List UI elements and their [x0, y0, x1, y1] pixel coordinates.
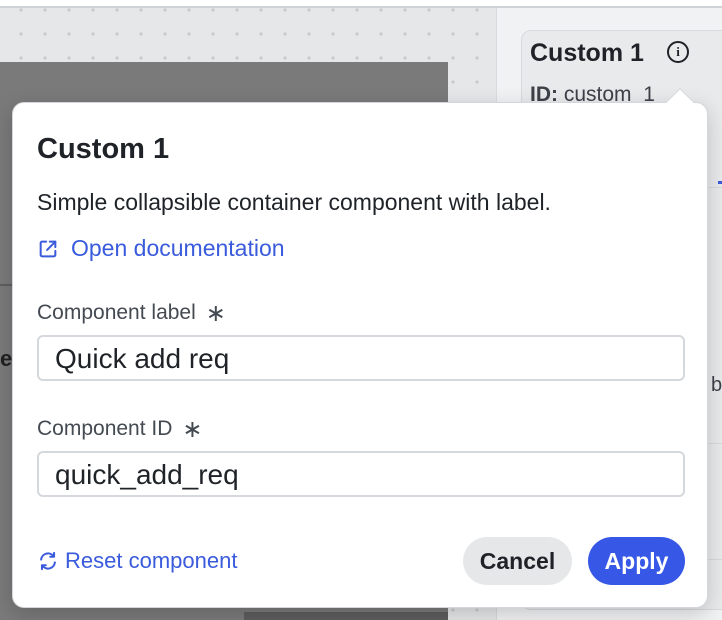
popover-title: Custom 1	[37, 133, 170, 165]
component-label-label: Component label ∗	[37, 299, 226, 327]
component-id-label: Component ID ∗	[37, 415, 203, 443]
info-icon[interactable]: i	[667, 41, 689, 63]
reset-component-link[interactable]: Reset component	[37, 548, 237, 574]
open-documentation-label: Open documentation	[71, 235, 285, 261]
component-card-title: Custom 1	[530, 39, 644, 67]
reset-component-label: Reset component	[65, 548, 238, 573]
component-label-input[interactable]	[37, 335, 685, 381]
cancel-button[interactable]: Cancel	[463, 537, 572, 585]
canvas-footer-strip	[244, 612, 448, 620]
required-asterisk-icon: ∗	[182, 415, 203, 443]
popover-description: Simple collapsible container component w…	[37, 189, 551, 215]
component-label-text: Component label	[37, 301, 196, 324]
panel-partial-text: b	[711, 374, 722, 396]
component-id-input[interactable]	[37, 451, 685, 497]
external-link-icon	[39, 240, 57, 257]
window-top-border	[0, 0, 722, 8]
component-id-text: Component ID	[37, 417, 173, 440]
canvas-partial-text: e	[0, 346, 13, 371]
active-tab-indicator	[718, 181, 722, 184]
apply-button[interactable]: Apply	[588, 537, 685, 585]
refresh-icon	[40, 551, 56, 571]
open-documentation-link[interactable]: Open documentation	[37, 235, 285, 262]
required-asterisk-icon: ∗	[205, 299, 226, 327]
component-settings-popover: Custom 1 Simple collapsible container co…	[12, 87, 708, 608]
